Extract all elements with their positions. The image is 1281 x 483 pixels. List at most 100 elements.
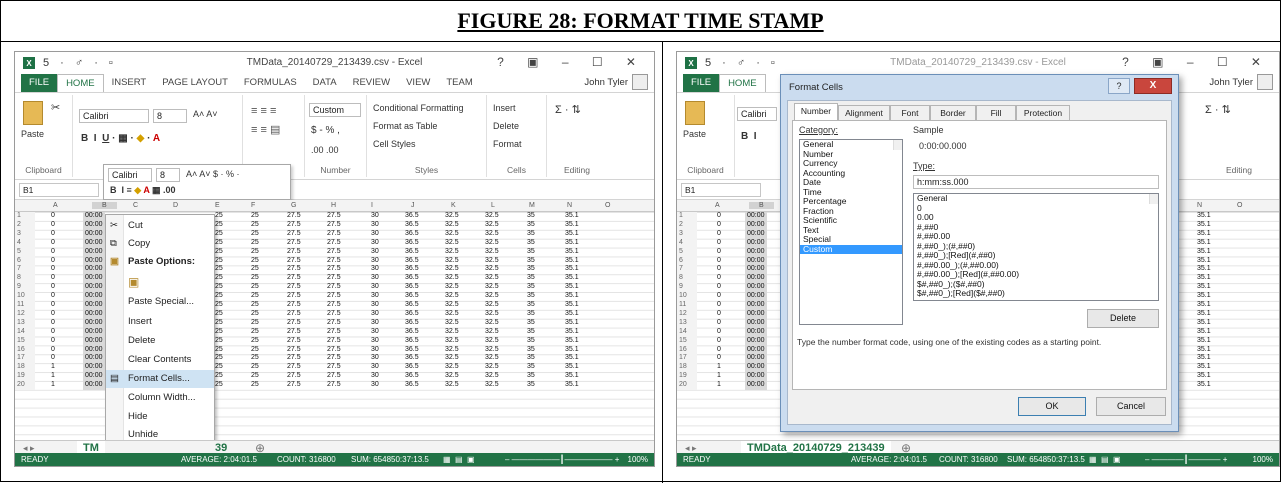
cell[interactable]: 25 (251, 221, 259, 230)
cell[interactable]: 32.5 (445, 337, 459, 346)
row-number[interactable]: 7 (677, 265, 697, 275)
cell[interactable]: 30 (371, 265, 379, 274)
row-number[interactable]: 10 (15, 292, 35, 301)
cell[interactable]: 00:00 (745, 309, 767, 319)
cell[interactable]: 0 (51, 239, 55, 248)
cell[interactable]: 32.5 (485, 248, 499, 257)
cell[interactable]: 36.5 (405, 248, 419, 257)
cell[interactable]: 0 (717, 354, 721, 363)
col-header[interactable]: N (567, 202, 572, 209)
cell[interactable]: 30 (371, 372, 379, 381)
cell[interactable]: 0 (717, 257, 721, 266)
row-number[interactable]: 8 (15, 274, 35, 284)
cell[interactable]: 00:00 (83, 301, 105, 310)
cell[interactable]: 35 (527, 221, 535, 230)
row-number[interactable]: 13 (15, 318, 35, 328)
cell[interactable]: 35.1 (565, 239, 579, 248)
row-number[interactable]: 10 (677, 292, 697, 301)
cell[interactable]: 25 (215, 337, 223, 346)
view-buttons[interactable]: ▦ ▤ ▣ (443, 453, 475, 466)
row-number[interactable]: 15 (15, 336, 35, 346)
cell[interactable]: 30 (371, 274, 379, 283)
cell[interactable]: 36.5 (405, 265, 419, 274)
cell[interactable]: 00:00 (83, 238, 105, 248)
font-name-box[interactable]: Calibri (79, 109, 149, 123)
tab-file[interactable]: FILE (683, 74, 720, 92)
cancel-button[interactable]: Cancel (1096, 397, 1166, 416)
cell[interactable]: 35.1 (565, 381, 579, 390)
cell[interactable]: 35 (527, 265, 535, 274)
ctx-hide[interactable]: Hide (106, 408, 214, 426)
cut-icon[interactable]: ✂ (51, 101, 60, 114)
cell[interactable]: 30 (371, 337, 379, 346)
cell[interactable]: 25 (251, 239, 259, 248)
align-icons-2[interactable]: ≡ ≡ ▤ (251, 123, 280, 136)
cell[interactable]: 1 (717, 381, 721, 390)
cell[interactable]: 32.5 (445, 274, 459, 283)
cell[interactable]: 00:00 (83, 345, 105, 355)
row-number[interactable]: 12 (15, 309, 35, 319)
cell[interactable]: 25 (215, 221, 223, 230)
conditional-formatting-button[interactable]: Conditional Formatting (373, 103, 464, 113)
row-number[interactable]: 17 (15, 354, 35, 364)
cell[interactable]: 35.1 (1197, 283, 1211, 292)
cell[interactable]: 25 (215, 212, 223, 221)
cell[interactable]: 25 (251, 230, 259, 239)
cell[interactable]: 00:00 (83, 318, 105, 328)
cell[interactable]: 27.5 (327, 319, 341, 328)
ctx-copy[interactable]: ⧉ Copy (106, 235, 214, 253)
cell[interactable]: 36.5 (405, 372, 419, 381)
cell[interactable]: 0 (51, 292, 55, 301)
row-number[interactable]: 7 (15, 265, 35, 275)
cell[interactable]: 32.5 (445, 310, 459, 319)
cell[interactable]: 35 (527, 230, 535, 239)
cell[interactable]: 32.5 (485, 230, 499, 239)
cell[interactable]: 35.1 (1197, 265, 1211, 274)
paste-icon[interactable] (23, 101, 43, 125)
cell[interactable]: 35 (527, 274, 535, 283)
col-header[interactable]: L (491, 202, 495, 209)
cell[interactable]: 25 (251, 363, 259, 372)
tab-home[interactable]: HOME (719, 74, 766, 92)
cell[interactable]: 36.5 (405, 239, 419, 248)
cell[interactable]: 0 (51, 301, 55, 310)
cell[interactable]: 00:00 (745, 327, 767, 337)
cell[interactable]: 00:00 (745, 301, 767, 310)
cell[interactable]: 0 (717, 337, 721, 346)
cell[interactable]: 30 (371, 283, 379, 292)
ctx-paste-icon[interactable]: ▣ (106, 273, 214, 291)
row-number[interactable]: 17 (677, 354, 697, 364)
cell[interactable]: 00:00 (745, 274, 767, 284)
cell[interactable]: 35 (527, 337, 535, 346)
cell[interactable]: 0 (717, 346, 721, 355)
cell[interactable]: 35 (527, 239, 535, 248)
cell-styles-button[interactable]: Cell Styles (373, 139, 416, 149)
cell[interactable]: 25 (215, 292, 223, 301)
cell[interactable]: 00:00 (745, 354, 767, 364)
col-header[interactable]: M (529, 202, 535, 209)
col-header[interactable]: O (605, 202, 610, 209)
cell[interactable]: 0 (51, 265, 55, 274)
col-header[interactable]: A (715, 202, 720, 209)
cell[interactable]: 27.5 (327, 301, 341, 310)
row-number[interactable]: 18 (15, 363, 35, 373)
cell[interactable]: 30 (371, 328, 379, 337)
cell[interactable]: 32.5 (485, 265, 499, 274)
cell[interactable]: 0 (717, 274, 721, 283)
category-list[interactable]: General Number Currency Accounting Date Time P… (799, 139, 903, 325)
delete-button[interactable]: Delete (493, 121, 519, 131)
cell[interactable]: 27.5 (327, 248, 341, 257)
cell[interactable]: 32.5 (485, 212, 499, 221)
row-number[interactable]: 19 (15, 372, 35, 382)
cell[interactable]: 00:00 (745, 372, 767, 382)
cell[interactable]: 00:00 (745, 318, 767, 328)
cell[interactable]: 35.1 (1197, 292, 1211, 301)
cell[interactable]: 0 (717, 283, 721, 292)
cell[interactable]: 36.5 (405, 328, 419, 337)
cell[interactable]: 00:00 (745, 265, 767, 275)
cell[interactable]: 00:00 (745, 336, 767, 346)
currency-percent[interactable]: $ - % , (311, 125, 340, 136)
cell[interactable]: 00:00 (83, 220, 105, 230)
zoom-level[interactable]: 100% (1253, 453, 1273, 466)
bold-italic-underline[interactable]: B I U · ▦ · ◆ · A (81, 133, 160, 144)
